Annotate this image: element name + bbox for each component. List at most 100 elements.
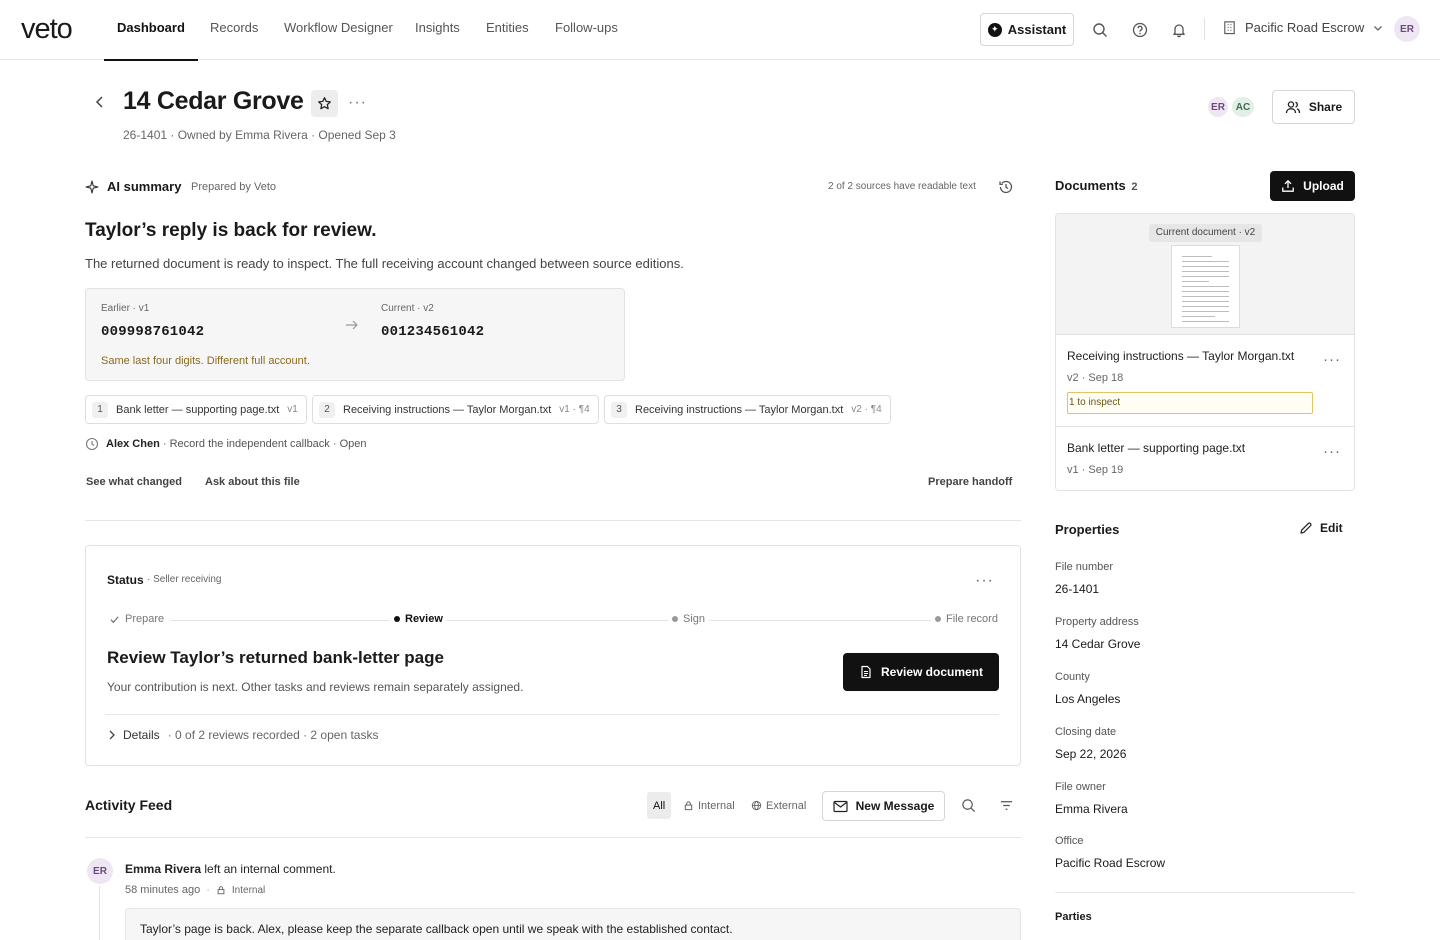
tab-workflow-designer[interactable]: Workflow Designer (284, 0, 393, 60)
details-toggle[interactable]: Details · 0 of 2 reviews recorded · 2 op… (107, 728, 378, 742)
new-message-button[interactable]: New Message (822, 791, 945, 821)
step-file-record: File record (931, 613, 998, 625)
user-avatar[interactable]: ER (1394, 16, 1420, 42)
document-name[interactable]: Bank letter — supporting page.txt (1067, 441, 1245, 455)
activity-search-icon[interactable] (961, 798, 976, 813)
source-name: Receiving instructions — Taylor Morgan.t… (343, 403, 552, 416)
comment-author[interactable]: Emma Rivera (125, 862, 201, 876)
filter-label: External (766, 799, 807, 812)
documents-header: Documents 2 (1055, 178, 1138, 193)
more-options-icon[interactable]: ··· (348, 94, 367, 112)
property-value: Emma Rivera (1055, 802, 1128, 816)
source-number: 1 (92, 401, 108, 418)
prepare-handoff-button[interactable]: Prepare handoff (928, 476, 1012, 488)
filter-label: Internal (698, 799, 735, 812)
section-divider (85, 520, 1021, 521)
status-label: Status (107, 573, 144, 587)
chevron-right-icon (109, 730, 115, 740)
source-chip[interactable]: 2 Receiving instructions — Taylor Morgan… (312, 395, 599, 424)
document-more-icon[interactable]: ··· (1323, 443, 1341, 460)
property-label: Office (1055, 835, 1084, 847)
mail-icon (833, 800, 848, 813)
tab-records[interactable]: Records (210, 0, 258, 60)
filter-icon[interactable] (999, 798, 1014, 813)
source-name: Receiving instructions — Taylor Morgan.t… (635, 403, 844, 416)
org-name: Pacific Road Escrow (1245, 20, 1365, 35)
document-preview[interactable]: Current document · v2 (1056, 214, 1354, 335)
org-switcher[interactable]: Pacific Road Escrow (1222, 20, 1384, 35)
document-thumbnail (1171, 245, 1240, 328)
details-label: Details (123, 728, 160, 742)
active-dot (394, 616, 400, 622)
chevron-down-icon (1372, 22, 1384, 34)
record-meta: 26-1401 · Owned by Emma Rivera · Opened … (123, 128, 396, 142)
earlier-label: Earlier · v1 (101, 303, 150, 314)
filter-all[interactable]: All (647, 792, 672, 819)
star-icon (317, 96, 332, 111)
top-navigation: veto Dashboard Records Workflow Designer… (0, 0, 1440, 61)
edit-properties-button[interactable]: Edit (1299, 521, 1343, 535)
details-meta: · 0 of 2 reviews recorded · 2 open tasks (167, 728, 379, 742)
tab-follow-ups[interactable]: Follow-ups (555, 0, 618, 60)
property-value: Pacific Road Escrow (1055, 856, 1166, 870)
share-button[interactable]: Share (1272, 90, 1355, 124)
stepper-track (170, 620, 998, 621)
source-chip[interactable]: 1 Bank letter — supporting page.txt v1 (85, 395, 307, 424)
collaborator-avatar[interactable]: ER (1206, 95, 1230, 119)
documents-count: 2 (1131, 181, 1138, 193)
document-more-icon[interactable]: ··· (1323, 351, 1341, 368)
current-label: Current · v2 (381, 303, 434, 314)
page-title: 14 Cedar Grove (123, 87, 304, 115)
assistant-button[interactable]: ✦ Assistant (980, 13, 1074, 46)
review-document-button[interactable]: Review document (843, 653, 999, 691)
app-logo[interactable]: veto (21, 12, 73, 46)
filter-external[interactable]: External (745, 792, 812, 819)
step-label: File record (946, 613, 998, 625)
card-divider (105, 714, 999, 715)
tab-dashboard[interactable]: Dashboard (104, 0, 198, 61)
source-version: v1 (287, 404, 298, 415)
bell-icon[interactable] (1169, 20, 1189, 40)
collaborator-avatar[interactable]: AC (1230, 95, 1256, 119)
edit-label: Edit (1320, 521, 1343, 535)
help-icon[interactable] (1130, 20, 1150, 40)
ask-about-file-button[interactable]: Ask about this file (205, 476, 300, 488)
inspect-badge: 1 to inspect (1067, 392, 1313, 414)
tab-entities[interactable]: Entities (486, 0, 529, 60)
document-row[interactable]: Receiving instructions — Taylor Morgan.t… (1056, 335, 1354, 427)
comment-header: Emma Rivera left an internal comment. (125, 862, 336, 876)
open-task[interactable]: Alex Chen · Record the independent callb… (106, 438, 366, 450)
property-value: Los Angeles (1055, 692, 1121, 706)
step-prepare: Prepare (105, 613, 169, 625)
favorite-button[interactable] (311, 90, 338, 117)
document-row[interactable]: Bank letter — supporting page.txt v1 · S… (1056, 427, 1354, 490)
arrow-right-icon (344, 317, 360, 333)
share-label: Share (1308, 100, 1343, 114)
users-icon (1285, 99, 1301, 115)
filter-internal[interactable]: Internal (677, 792, 741, 819)
see-what-changed-button[interactable]: See what changed (86, 476, 182, 488)
review-document-label: Review document (880, 665, 984, 679)
new-message-label: New Message (855, 799, 935, 813)
activity-feed-title: Activity Feed (85, 797, 173, 813)
status-more-icon[interactable]: ··· (975, 572, 994, 590)
search-icon[interactable] (1090, 20, 1110, 40)
lock-icon (684, 801, 693, 811)
tab-insights[interactable]: Insights (415, 0, 460, 60)
filter-label: All (653, 799, 666, 812)
assistant-label: Assistant (1007, 22, 1067, 37)
ai-summary-label: AI summary (107, 179, 182, 194)
step-label: Prepare (125, 613, 165, 625)
history-icon[interactable] (998, 179, 1014, 195)
account-comparison: Earlier · v1 009998761042 Current · v2 0… (85, 288, 625, 381)
property-value: 14 Cedar Grove (1055, 637, 1141, 651)
status-sub: · Seller receiving (147, 574, 222, 585)
property-label: File owner (1055, 781, 1106, 793)
upload-button[interactable]: Upload (1270, 171, 1355, 201)
step-label: Sign (683, 613, 706, 625)
document-name[interactable]: Receiving instructions — Taylor Morgan.t… (1067, 349, 1294, 363)
property-label: File number (1055, 561, 1114, 573)
back-chevron-icon[interactable] (92, 94, 108, 110)
source-version: v2 · ¶4 (851, 404, 882, 415)
source-chip[interactable]: 3 Receiving instructions — Taylor Morgan… (604, 395, 891, 424)
